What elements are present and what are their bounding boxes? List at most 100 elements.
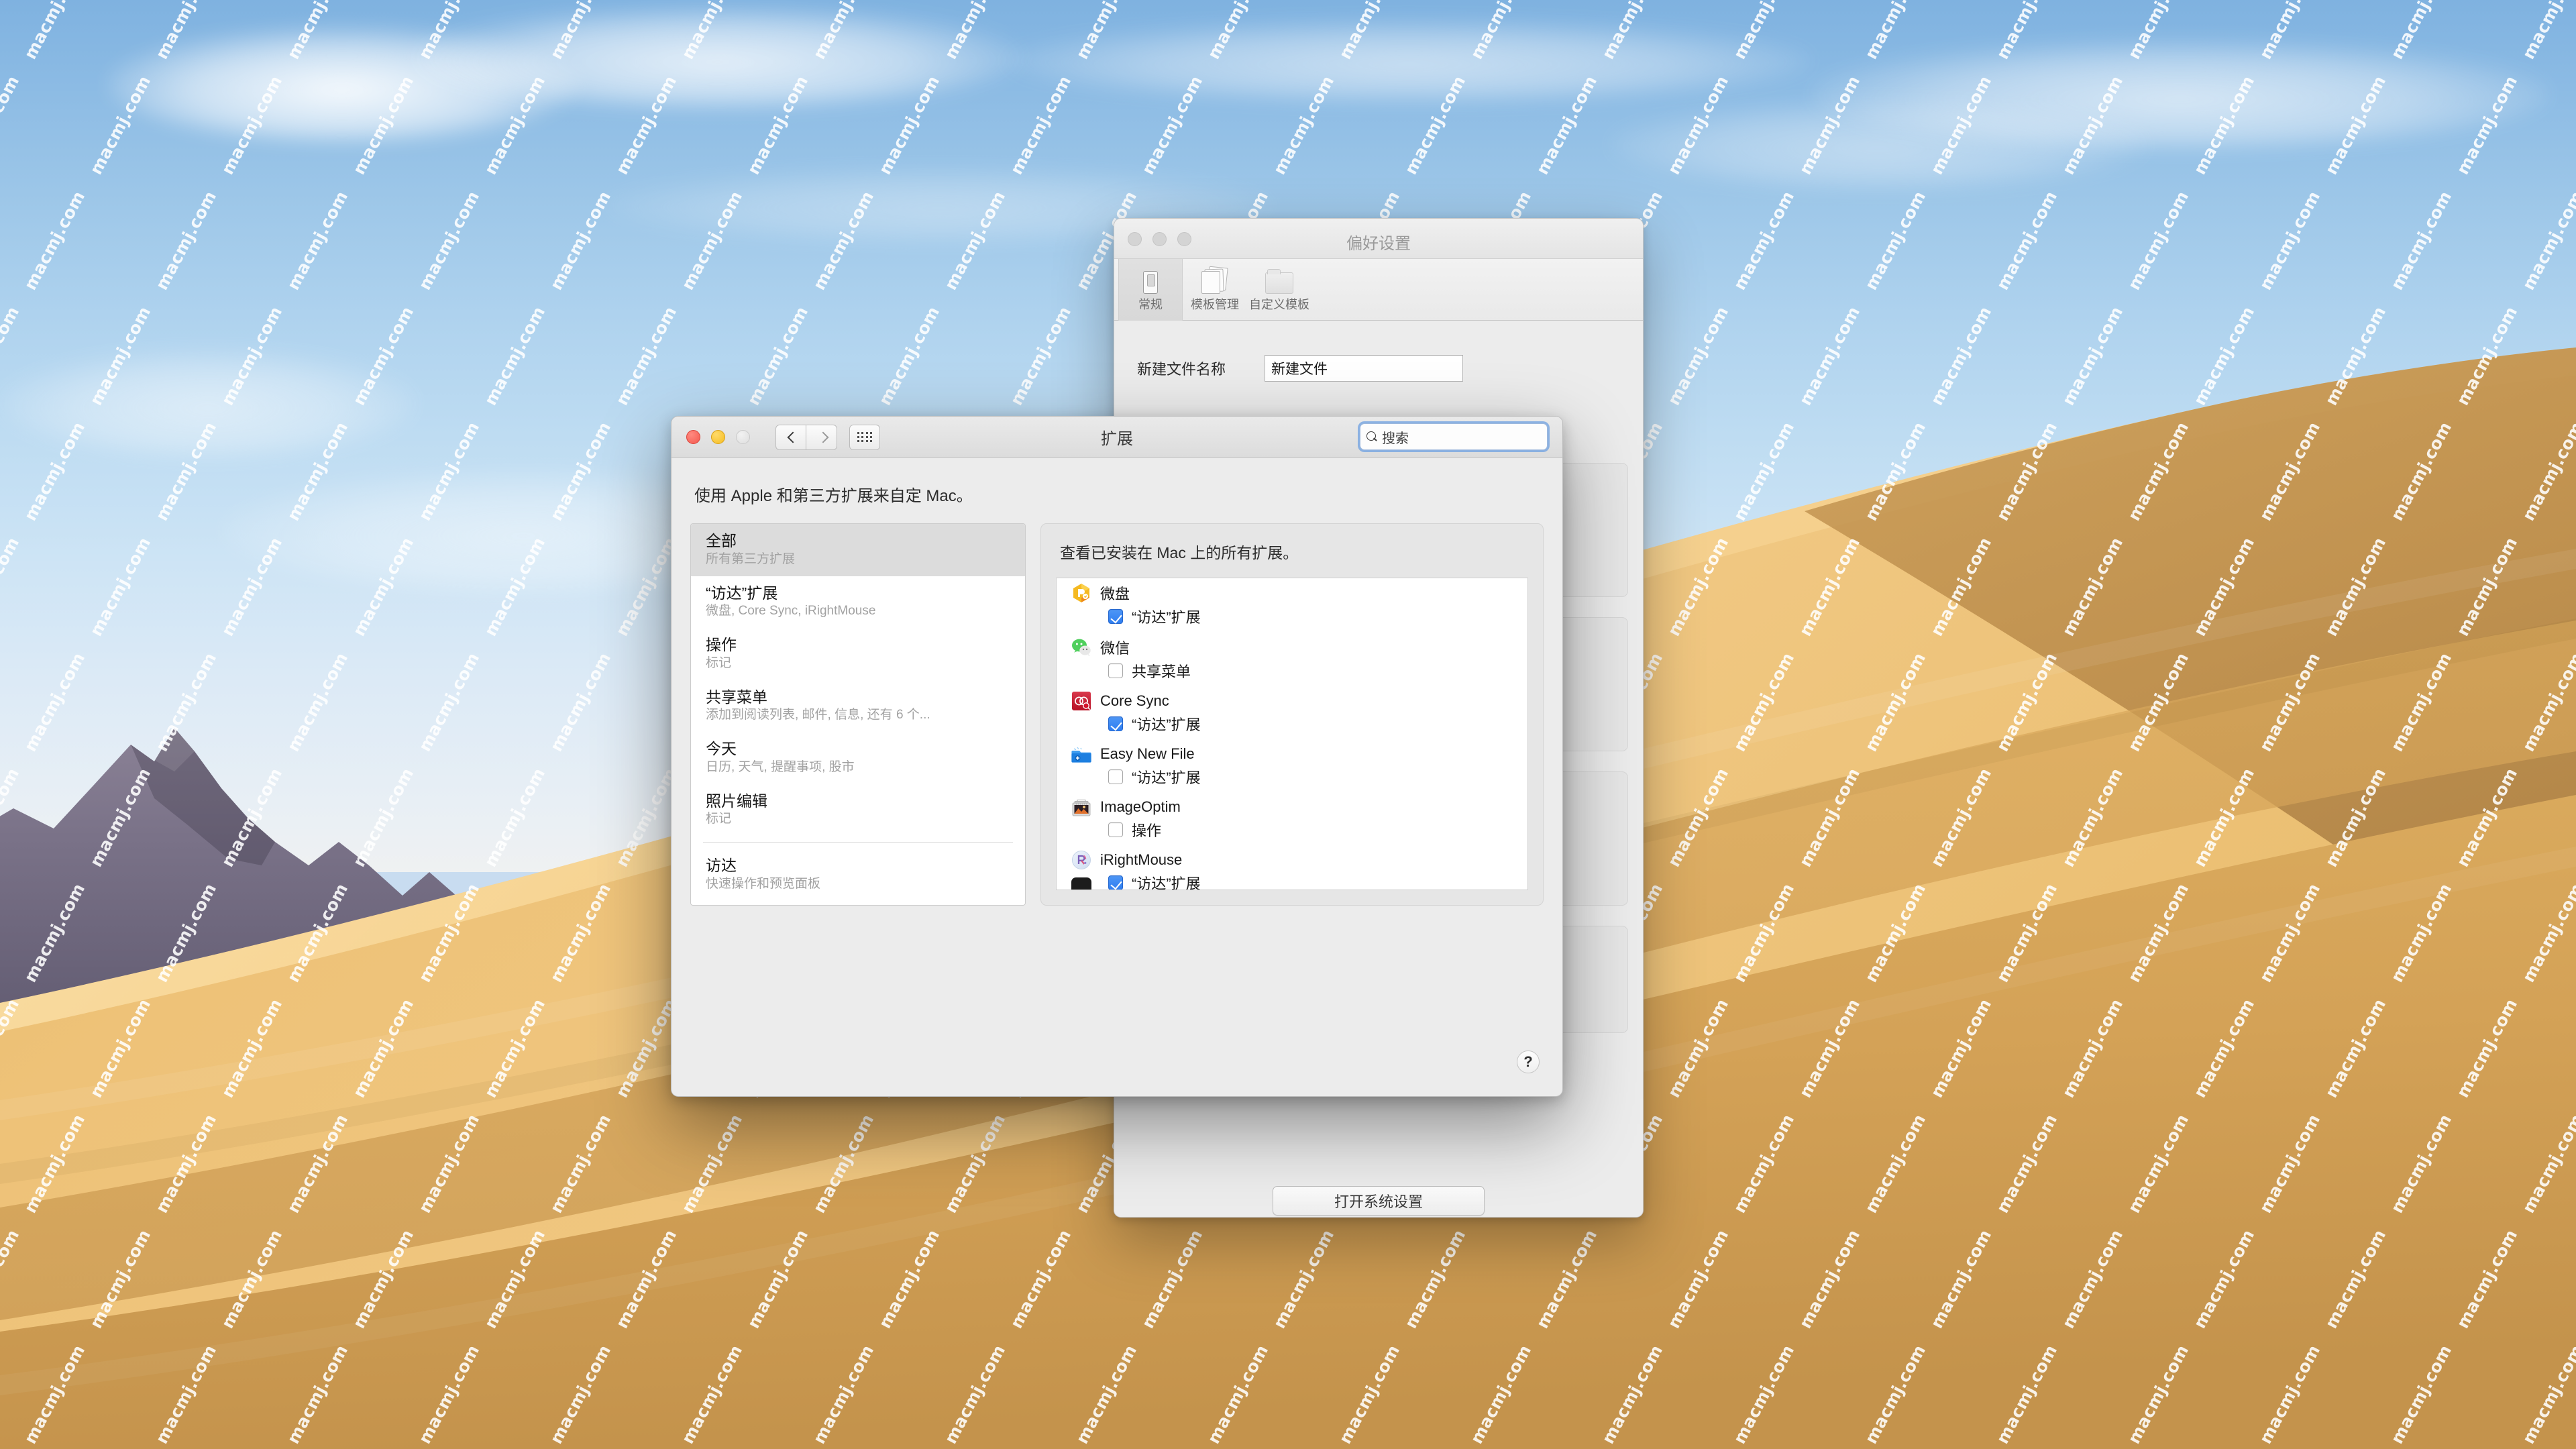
sidebar-item-subtitle: 快速操作和预览面板	[706, 876, 821, 891]
sidebar-item-subtitle: 所有第三方扩展	[706, 551, 796, 566]
chevron-right-icon	[818, 431, 825, 443]
extension-row[interactable]: 微盘 “访达”扩展	[1057, 578, 1527, 633]
minimize-button[interactable]	[711, 430, 725, 444]
sidebar-item-5[interactable]: 照片编辑 标记	[691, 784, 1025, 837]
sidebar-item-6[interactable]: 访达快速操作和预览面板	[691, 849, 1025, 901]
extensions-headline: 使用 Apple 和第三方扩展来自定 Mac。	[694, 487, 973, 505]
extensions-columns: 全部 所有第三方扩展 “访达”扩展 微盘, Core Sync, iRightMous…	[690, 523, 1544, 906]
sidebar-item-subtitle: 日历, 天气, 提醒事项, 股市	[706, 759, 855, 774]
extension-app: ImageOptim	[1071, 797, 1527, 817]
sidebar-item-2[interactable]: 操作 标记	[691, 628, 1025, 680]
extension-app-name: 微信	[1100, 640, 1130, 657]
extension-toggle-row[interactable]: 操作	[1108, 819, 1527, 841]
back-button[interactable]	[775, 424, 806, 450]
extensions-titlebar[interactable]: 扩展 搜索	[672, 417, 1562, 458]
preferences-title: 偏好设置	[1346, 235, 1411, 253]
extension-checkbox-label: 操作	[1132, 822, 1162, 839]
zoom-button[interactable]	[736, 430, 750, 444]
extensions-window[interactable]: 扩展 搜索 使用 Apple 和第三方扩展来自定 Mac。 全部 所有第三方扩展 “…	[671, 416, 1563, 1097]
sidebar-item-3[interactable]: 共享菜单添加到阅读列表, 邮件, 信息, 还有 6 个...	[691, 680, 1025, 733]
tab-general-label: 常规	[1138, 298, 1163, 311]
extension-app: iRightMouse	[1071, 850, 1527, 870]
chevron-left-icon	[788, 431, 795, 443]
extension-checkbox-label: 共享菜单	[1132, 663, 1191, 680]
extension-app-name: Core Sync	[1100, 692, 1169, 709]
preferences-toolbar[interactable]: 常规 模板管理 自定义模板	[1114, 259, 1643, 321]
extension-toggle-row[interactable]: “访达”扩展	[1108, 713, 1527, 735]
clipped-row	[1057, 876, 1527, 890]
extension-app: Core Sync	[1071, 691, 1527, 711]
documents-icon	[1201, 262, 1228, 294]
app-icon	[1071, 877, 1091, 890]
close-button[interactable]	[686, 430, 700, 444]
sidebar-item-1[interactable]: “访达”扩展微盘, Core Sync, iRightMouse	[691, 576, 1025, 629]
search-container[interactable]: 搜索	[1360, 423, 1548, 450]
extensions-list[interactable]: 微盘 “访达”扩展 微信 共享菜单 Core Sync “访达”扩展 Easy …	[1056, 578, 1528, 890]
new-file-name-input[interactable]: 新建文件	[1265, 355, 1463, 382]
sidebar-item-0[interactable]: 全部 所有第三方扩展	[691, 524, 1025, 576]
extension-row[interactable]: ImageOptim 操作	[1057, 793, 1527, 846]
sidebar-item-4[interactable]: 今天日历, 天气, 提醒事项, 股市	[691, 732, 1025, 784]
sidebar-item-title: 今天	[706, 740, 737, 757]
window-controls[interactable]	[686, 430, 750, 444]
new-file-name-row: 新建文件名称 新建文件	[1114, 349, 1643, 388]
preferences-titlebar[interactable]: 偏好设置	[1114, 219, 1643, 259]
extension-checkbox[interactable]	[1108, 663, 1123, 678]
extension-row[interactable]: 微信 共享菜单	[1057, 633, 1527, 687]
tab-template-manage[interactable]: 模板管理	[1183, 259, 1247, 313]
extensions-sidebar[interactable]: 全部 所有第三方扩展 “访达”扩展 微盘, Core Sync, iRightMous…	[690, 523, 1026, 906]
tab-general[interactable]: 常规	[1118, 259, 1183, 321]
extension-row[interactable]: Easy New File “访达”扩展	[1057, 740, 1527, 793]
imageoptim-icon	[1071, 797, 1091, 817]
extensions-detail: 查看已安装在 Mac 上的所有扩展。 微盘 “访达”扩展 微信 共享菜单 Cor…	[1040, 523, 1544, 906]
sidebar-item-subtitle: 添加到阅读列表, 邮件, 信息, 还有 6 个...	[706, 708, 930, 722]
extension-app: 微信	[1071, 637, 1527, 658]
extension-app: Easy New File	[1071, 744, 1527, 764]
show-all-icon	[857, 431, 873, 443]
sidebar-separator	[703, 842, 1013, 843]
tab-custom-template-label: 自定义模板	[1249, 298, 1309, 311]
sidebar-item-title: 共享菜单	[706, 688, 767, 706]
sidebar-item-subtitle: 标记	[706, 812, 732, 826]
help-button[interactable]: ?	[1517, 1051, 1540, 1073]
weipan-icon	[1071, 583, 1091, 603]
navigation-segment[interactable]	[775, 424, 837, 450]
folder-icon	[1265, 262, 1293, 294]
sidebar-item-title: “访达”扩展	[706, 584, 778, 602]
open-system-settings-button[interactable]: 打开系统设置	[1273, 1186, 1485, 1216]
detail-header: 查看已安装在 Mac 上的所有扩展。	[1060, 544, 1299, 561]
tab-template-manage-label: 模板管理	[1191, 298, 1239, 311]
extension-checkbox[interactable]	[1108, 609, 1123, 624]
sidebar-item-subtitle: 标记	[706, 655, 732, 670]
extension-app-name: iRightMouse	[1100, 851, 1183, 868]
preferences-footer: 打开系统设置	[1114, 1157, 1643, 1217]
extension-toggle-row[interactable]: 共享菜单	[1108, 660, 1527, 682]
forward-button[interactable]	[806, 424, 837, 450]
extension-checkbox-label: “访达”扩展	[1132, 769, 1201, 786]
extension-app-name: ImageOptim	[1100, 798, 1181, 815]
extension-toggle-row[interactable]: “访达”扩展	[1108, 606, 1527, 627]
wechat-icon	[1071, 637, 1091, 657]
extension-toggle-row[interactable]: “访达”扩展	[1108, 766, 1527, 788]
sidebar-item-title: 访达	[706, 857, 737, 874]
coresync-icon	[1071, 691, 1091, 711]
easynewfile-icon	[1071, 744, 1091, 764]
extensions-body: 使用 Apple 和第三方扩展来自定 Mac。 全部 所有第三方扩展 “访达”扩展微…	[672, 458, 1562, 1096]
switch-icon	[1143, 262, 1158, 294]
extension-checkbox[interactable]	[1108, 822, 1123, 837]
show-all-button[interactable]	[849, 424, 880, 450]
irightmouse-icon	[1071, 850, 1091, 870]
sidebar-item-subtitle: 微盘, Core Sync, iRightMouse	[706, 604, 876, 619]
new-file-name-label: 新建文件名称	[1137, 361, 1226, 378]
extension-app: 微盘	[1071, 582, 1527, 604]
extension-checkbox[interactable]	[1108, 769, 1123, 784]
extension-checkbox-label: “访达”扩展	[1132, 716, 1201, 733]
extension-checkbox[interactable]	[1108, 716, 1123, 731]
sidebar-item-title: 全部	[706, 532, 737, 549]
sidebar-item-title: 操作	[706, 636, 737, 653]
sidebar-item-title: 照片编辑	[706, 792, 767, 810]
search-input[interactable]: 搜索	[1360, 423, 1548, 450]
extension-checkbox-label: “访达”扩展	[1132, 609, 1201, 626]
tab-custom-template[interactable]: 自定义模板	[1247, 259, 1311, 313]
extension-row[interactable]: Core Sync “访达”扩展	[1057, 687, 1527, 740]
